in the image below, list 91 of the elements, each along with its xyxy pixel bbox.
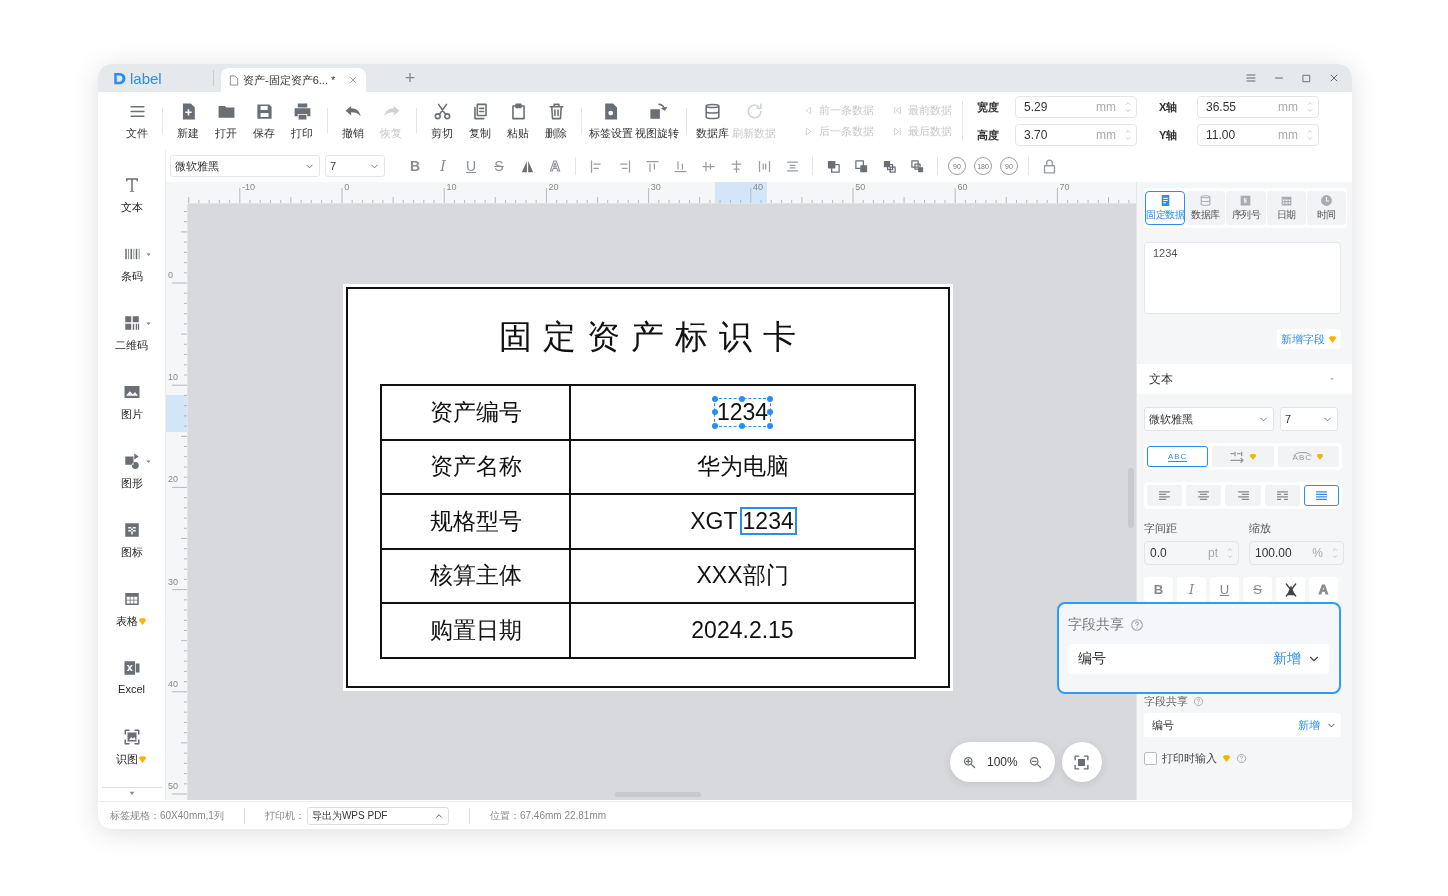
field-label: 字段共享	[1144, 694, 1188, 709]
italic-button[interactable]: I	[1177, 577, 1206, 602]
text-element[interactable]: 2024.2.15	[689, 616, 796, 644]
add-field-button[interactable]: 新增字段	[1277, 329, 1341, 349]
text-direction-button[interactable]: ABC	[1147, 446, 1209, 467]
data-source-tab[interactable]: 序列号	[1226, 191, 1266, 225]
number-field[interactable]: 100.00 %	[1249, 541, 1344, 565]
checkbox-label: 打印时输入	[1162, 751, 1217, 766]
toolbar-button[interactable]: 标签设置	[589, 101, 633, 141]
field-label: 字段共享	[1068, 616, 1124, 634]
text-element[interactable]: 1234	[714, 398, 771, 426]
tool-button[interactable]: Excel	[118, 659, 145, 728]
toolbar-button[interactable]: 文件	[119, 101, 155, 141]
field-share-select[interactable]: 编号 新增	[1144, 713, 1341, 737]
field-label: 宽度	[977, 99, 1000, 115]
number-field[interactable]: 11.00 mm	[1197, 124, 1319, 146]
toolbar-button[interactable]: 粘贴	[500, 101, 536, 141]
data-source-tab[interactable]: 日期	[1266, 191, 1306, 225]
tool-button[interactable]: 图形	[110, 452, 153, 521]
number-field[interactable]: 0.0 pt	[1144, 541, 1239, 565]
printer-label: 打印机：	[264, 808, 305, 823]
table-cell: 购置日期	[382, 604, 571, 657]
tool-button[interactable]: 条码	[110, 245, 153, 314]
ruler-label: 20	[548, 182, 559, 192]
content-field[interactable]: 1234	[1144, 242, 1341, 314]
text-element[interactable]: XGT	[688, 507, 740, 535]
table-cell: 资产名称	[382, 440, 571, 493]
field-label: Y轴	[1159, 127, 1179, 143]
font-select[interactable]: 微软雅黑	[170, 155, 320, 177]
ruler-label: 30	[650, 182, 661, 192]
underline-button[interactable]: U	[1210, 577, 1239, 602]
label-spec: 标签规格：60X40mm,1列	[110, 808, 224, 823]
toolbar-button[interactable]: 剪切	[424, 101, 460, 141]
field-share-select[interactable]: 编号 新增	[1068, 644, 1329, 674]
ruler-label: 0	[168, 270, 173, 280]
toolbar-button[interactable]: 数据库	[694, 101, 730, 141]
cursor-position: 位置：67.46mm 22.81mm	[489, 808, 607, 823]
toolbar-button[interactable]: 保存	[246, 101, 282, 141]
toolbar-button[interactable]: 打印	[284, 101, 320, 141]
field-label: 缩放	[1249, 521, 1272, 536]
ruler-label: 40	[168, 678, 178, 689]
size-select[interactable]: 7	[325, 155, 385, 177]
ruler-label: 40	[753, 182, 763, 192]
zoom-level: 100%	[987, 755, 1018, 769]
app-name: label	[130, 69, 162, 87]
document-tab[interactable]: 资产-固定资产6... *	[221, 68, 366, 92]
data-field[interactable]: 1234	[739, 507, 797, 536]
ruler-label: 0	[344, 182, 350, 192]
data-source-tab[interactable]: 数据库	[1186, 191, 1226, 225]
field-label: X轴	[1159, 99, 1179, 115]
tool-button[interactable]: 识图	[116, 728, 147, 797]
tool-button[interactable]: 文本	[120, 176, 143, 245]
text-element[interactable]: XXX部门	[694, 560, 791, 592]
font-select[interactable]: 微软雅黑	[1144, 407, 1274, 431]
ruler-label: 50	[168, 781, 178, 791]
tool-button[interactable]: 二维码	[110, 314, 153, 383]
field-label: 字间距	[1144, 521, 1178, 536]
table-cell: 资产编号	[382, 386, 571, 439]
data-source-tab[interactable]: 固定数据	[1145, 191, 1185, 225]
ruler-label: 30	[168, 576, 178, 587]
number-field[interactable]: 5.29 mm	[1015, 96, 1137, 118]
tool-button[interactable]: 表格	[116, 590, 147, 659]
text-element[interactable]: 华为电脑	[694, 451, 791, 483]
bold-button[interactable]: B	[1144, 577, 1173, 602]
table-cell: 核算主体	[382, 549, 571, 602]
ruler-label: 20	[168, 474, 178, 485]
table-cell: 规格型号	[382, 495, 571, 548]
toolbar-button[interactable]: 打开	[208, 101, 244, 141]
toolbar-button[interactable]: 撤销	[335, 101, 371, 141]
toolbar-button[interactable]: 视图旋转	[635, 101, 679, 141]
ruler-label: -10	[242, 182, 255, 192]
label-title[interactable]: 固定资产标识卡	[499, 315, 807, 363]
ruler-label: 10	[446, 182, 457, 192]
toolbar-button[interactable]: 删除	[538, 101, 574, 141]
size-select[interactable]: 7	[1280, 407, 1338, 431]
printer-select[interactable]: 导出为WPS PDF	[306, 806, 449, 825]
section-title: 文本	[1149, 370, 1173, 388]
ruler-label: 60	[957, 182, 968, 192]
number-field[interactable]: 36.55 mm	[1197, 96, 1319, 118]
ruler-label: 50	[855, 182, 866, 192]
strike-button[interactable]: S	[1243, 577, 1272, 602]
tool-button[interactable]: 图标	[120, 521, 143, 590]
field-label: 高度	[977, 127, 1000, 143]
toolbar-button[interactable]: 新建	[170, 101, 206, 141]
tool-button[interactable]: 图片	[120, 383, 143, 452]
data-source-tab[interactable]: 时间	[1306, 191, 1346, 225]
number-field[interactable]: 3.70 mm	[1015, 124, 1137, 146]
tab-title: 资产-固定资产6... *	[243, 72, 337, 88]
ruler-label: 70	[1059, 182, 1070, 192]
ruler-label: 10	[168, 372, 178, 383]
toolbar-button[interactable]: 复制	[462, 101, 498, 141]
